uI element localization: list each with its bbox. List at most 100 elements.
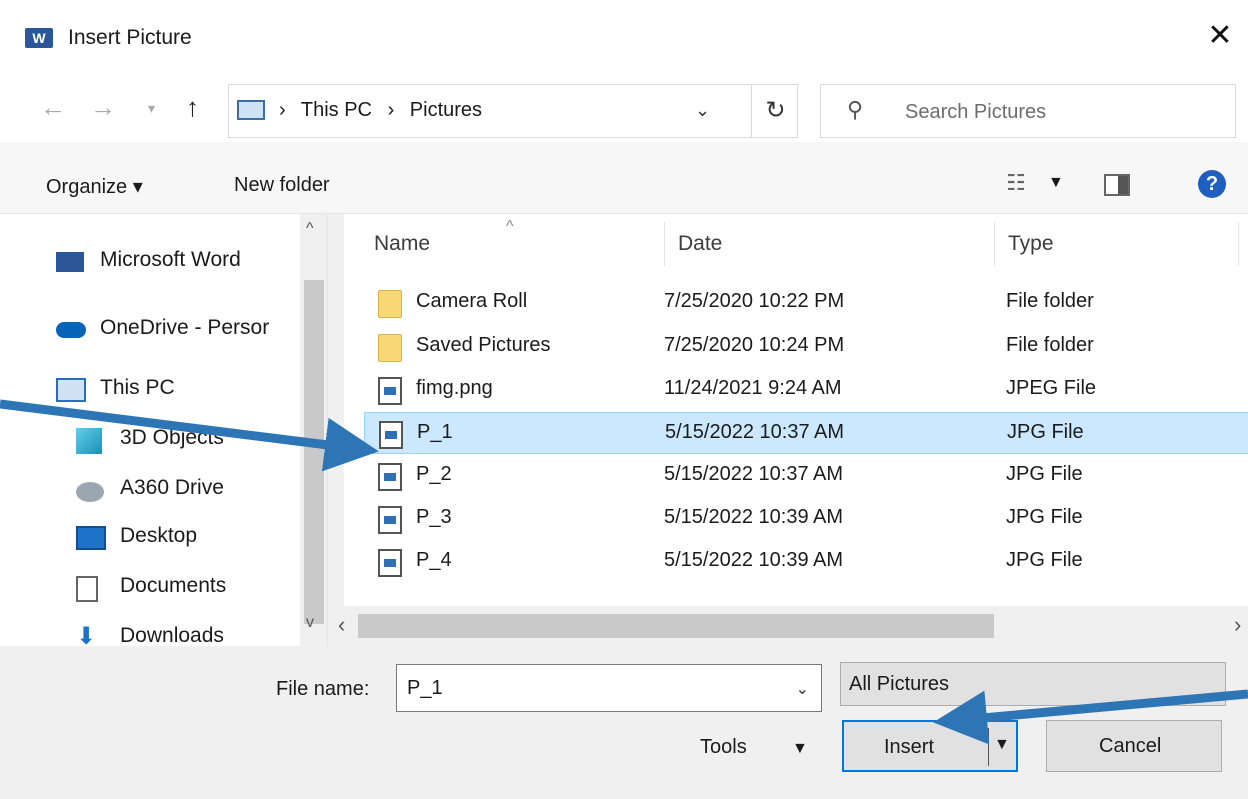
file-name-dropdown-chevron-icon[interactable]: ⌄ — [796, 679, 809, 699]
preview-pane-icon[interactable] — [1104, 174, 1130, 196]
scroll-left-chevron-icon[interactable]: ‹ — [338, 612, 345, 638]
column-header-type[interactable]: Type — [1008, 232, 1054, 256]
nav-item-label: A360 Drive — [120, 476, 224, 499]
tools-dropdown-chevron-icon[interactable]: ▼ — [792, 740, 808, 758]
file-type-cell: JPG File — [1006, 463, 1083, 485]
nav-item-label: This PC — [100, 376, 175, 399]
table-row[interactable]: Saved Pictures 7/25/2020 10:24 PM File f… — [364, 326, 1248, 368]
cancel-button[interactable]: Cancel — [1046, 720, 1222, 772]
table-row[interactable]: P_3 5/15/2022 10:39 AM JPG File — [364, 498, 1248, 540]
desktop-icon — [76, 526, 106, 550]
image-file-icon — [378, 549, 402, 577]
organize-button[interactable]: Organize ▾ — [46, 174, 143, 199]
table-row[interactable]: P_2 5/15/2022 10:37 AM JPG File — [364, 455, 1248, 497]
back-arrow-icon[interactable]: ← — [40, 92, 66, 123]
nav-item-label: Desktop — [120, 524, 198, 547]
insert-button-label: Insert — [884, 736, 935, 758]
sort-ascending-icon: ^ — [506, 218, 514, 235]
image-file-icon — [378, 506, 402, 534]
nav-item-label: Downloads — [120, 624, 224, 646]
file-name-value[interactable]: P_1 — [407, 677, 443, 700]
dialog-footer: File name: P_1 ⌄ All Pictures Tools ▼ In… — [0, 646, 1248, 799]
monitor-icon — [56, 378, 86, 402]
help-icon[interactable]: ? — [1198, 170, 1226, 198]
file-name-cell: P_3 — [416, 506, 452, 528]
file-name-cell: fimg.png — [416, 377, 493, 399]
tools-button[interactable]: Tools — [700, 736, 747, 759]
scroll-down-chevron-icon[interactable]: v — [306, 614, 314, 632]
file-date-cell: 7/25/2020 10:24 PM — [664, 334, 845, 356]
breadcrumb-this-pc[interactable]: This PC — [301, 99, 372, 121]
file-type-cell: File folder — [1006, 290, 1094, 312]
file-date-cell: 5/15/2022 10:37 AM — [665, 421, 845, 443]
file-name-label: File name: — [276, 678, 370, 700]
column-header-name[interactable]: Name — [374, 232, 430, 256]
dialog-title: Insert Picture — [68, 26, 192, 49]
insert-options-chevron-icon[interactable]: ▼ — [994, 736, 1010, 754]
search-input[interactable]: Search Pictures — [905, 101, 1046, 124]
scrollbar-thumb[interactable] — [304, 280, 324, 624]
up-arrow-icon[interactable]: ↑ — [186, 92, 199, 123]
file-date-cell: 5/15/2022 10:37 AM — [664, 463, 844, 485]
table-row[interactable]: Camera Roll 7/25/2020 10:22 PM File fold… — [364, 282, 1248, 324]
onedrive-cloud-icon — [56, 322, 86, 338]
view-dropdown-chevron-icon[interactable]: ▼ — [1048, 174, 1064, 192]
word-logo-icon: W — [25, 28, 61, 48]
breadcrumb-pictures[interactable]: Pictures — [410, 99, 482, 121]
insert-picture-dialog: W Insert Picture ✕ ← → ▾ ↑ › This PC › P… — [0, 0, 1248, 799]
file-type-cell: File folder — [1006, 334, 1094, 356]
folder-icon — [378, 290, 402, 318]
refresh-icon[interactable]: ↻ — [751, 85, 799, 137]
file-date-cell: 11/24/2021 9:24 AM — [664, 377, 842, 399]
table-row[interactable]: fimg.png 11/24/2021 9:24 AM JPEG File — [364, 369, 1248, 411]
file-list-horizontal-scrollbar[interactable]: ‹ › — [328, 606, 1248, 646]
breadcrumb-separator: › — [387, 99, 395, 121]
table-row[interactable]: P_4 5/15/2022 10:39 AM JPG File — [364, 541, 1248, 583]
file-name-cell: P_1 — [417, 421, 453, 443]
breadcrumb: › This PC › Pictures — [279, 99, 492, 122]
title-bar: W Insert Picture ✕ — [0, 0, 1248, 78]
address-dropdown-chevron-icon[interactable]: ⌄ — [695, 100, 710, 121]
scrollbar-thumb[interactable] — [358, 614, 994, 638]
cube-icon — [76, 428, 102, 454]
column-divider[interactable] — [1238, 222, 1239, 266]
column-header-date[interactable]: Date — [678, 232, 722, 256]
image-file-icon — [378, 463, 402, 491]
column-divider[interactable] — [664, 222, 665, 266]
close-button[interactable]: ✕ — [1202, 18, 1238, 54]
nav-pane-scrollbar[interactable]: ^ v — [300, 214, 327, 646]
cancel-button-label: Cancel — [1099, 735, 1162, 757]
insert-button[interactable]: Insert ▼ — [842, 720, 1018, 772]
file-name-cell: P_4 — [416, 549, 452, 571]
search-box[interactable]: ⚲ Search Pictures — [820, 84, 1236, 138]
download-arrow-icon: ⬇ — [76, 623, 97, 647]
file-date-cell: 7/25/2020 10:22 PM — [664, 290, 845, 312]
file-list: Name ^ Date Type Camera Roll 7/25/2020 1… — [344, 214, 1248, 606]
documents-icon — [76, 576, 98, 602]
file-name-cell: Camera Roll — [416, 290, 528, 312]
address-row: ← → ▾ ↑ › This PC › Pictures ⌄ ↻ ⚲ Searc… — [0, 78, 1248, 142]
new-folder-button[interactable]: New folder — [234, 174, 330, 197]
scroll-up-chevron-icon[interactable]: ^ — [306, 220, 314, 238]
file-type-filter[interactable]: All Pictures — [840, 662, 1226, 706]
file-type-cell: JPG File — [1007, 421, 1084, 443]
breadcrumb-separator: › — [279, 99, 286, 121]
view-options-icon[interactable]: ☷ — [1006, 170, 1026, 196]
table-row-selected[interactable]: P_1 5/15/2022 10:37 AM JPG File — [364, 412, 1248, 454]
forward-arrow-icon[interactable]: → — [90, 92, 116, 123]
nav-item-label: Microsoft Word — [100, 248, 241, 271]
nav-item-label: OneDrive - Persor — [100, 316, 270, 339]
nav-item-label: 3D Objects — [120, 426, 224, 449]
file-type-cell: JPG File — [1006, 549, 1083, 571]
folder-icon — [378, 334, 402, 362]
file-name-field[interactable]: P_1 ⌄ — [396, 664, 822, 712]
file-type-cell: JPEG File — [1006, 377, 1097, 399]
column-divider[interactable] — [994, 222, 995, 266]
command-toolbar: Organize ▾ New folder ☷ ▼ ? — [0, 142, 1248, 214]
navigation-pane: Microsoft Word OneDrive - Persor This PC… — [0, 214, 328, 646]
address-bar[interactable]: › This PC › Pictures ⌄ ↻ — [228, 84, 798, 138]
pictures-location-icon — [237, 100, 265, 120]
recent-locations-chevron-icon[interactable]: ▾ — [148, 100, 155, 117]
scroll-right-chevron-icon[interactable]: › — [1234, 612, 1241, 638]
image-file-icon — [379, 421, 403, 449]
